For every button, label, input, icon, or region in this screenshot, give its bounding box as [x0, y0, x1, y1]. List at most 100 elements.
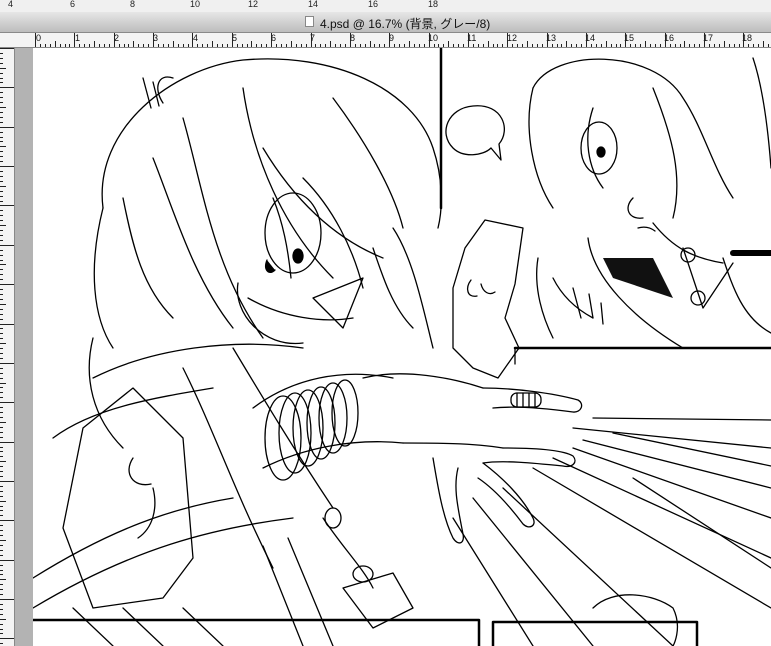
ruler-tick [0, 466, 3, 468]
ruler-tick [443, 44, 445, 47]
ruler-tick [0, 471, 3, 473]
ruler-tick [182, 44, 184, 47]
ruler-tick [0, 195, 3, 197]
ruler-tick [0, 294, 3, 295]
ruler-tick [0, 564, 3, 566]
ruler-tick [0, 303, 6, 305]
ruler-tick [74, 33, 76, 47]
ruler-tick [453, 44, 455, 47]
ruler-tick [433, 44, 435, 47]
ruler-tick [0, 52, 3, 54]
ruler-tick [221, 44, 223, 47]
ruler-tick [167, 44, 169, 47]
ruler-tick [0, 579, 6, 581]
ruler-tick [458, 44, 460, 47]
ruler-tick [487, 41, 489, 47]
ruler-tick [758, 44, 760, 47]
ruler-label: 12 [248, 0, 259, 9]
ruler-tick [394, 44, 396, 47]
ruler-tick [0, 392, 3, 394]
ruler-tick [0, 333, 3, 335]
ruler-tick [0, 200, 3, 202]
ruler-tick [359, 44, 361, 47]
ruler-tick [0, 594, 3, 596]
ruler-tick [590, 44, 592, 47]
ruler-tick [0, 544, 3, 546]
ruler-tick [0, 633, 3, 635]
ruler-tick [404, 44, 405, 47]
ruler-tick [241, 44, 243, 47]
ruler-label: 10 [190, 0, 201, 9]
ruler-tick [0, 185, 6, 187]
ruler-tick [0, 254, 3, 256]
ruler-tick [399, 44, 401, 47]
vertical-ruler[interactable] [0, 48, 15, 646]
ruler-tick [389, 33, 391, 47]
ruler-tick [0, 485, 3, 487]
ruler-tick [0, 264, 6, 266]
ruler-tick [566, 41, 568, 47]
ruler-tick [640, 44, 642, 47]
ruler-tick [0, 180, 3, 182]
ruler-tick [0, 210, 3, 212]
pasteboard [15, 48, 33, 646]
ruler-label: 8 [130, 0, 136, 9]
ruler-tick [669, 44, 671, 47]
ruler-tick [187, 44, 189, 47]
ruler-tick [0, 313, 3, 315]
ruler-tick [202, 44, 204, 47]
ruler-tick [586, 33, 588, 47]
ruler-tick [54, 41, 56, 47]
ruler-tick [0, 554, 3, 556]
ruler-tick [527, 41, 528, 47]
ruler-tick [0, 249, 3, 251]
ruler-tick [0, 476, 3, 478]
ruler-tick [162, 44, 164, 47]
ruler-tick [197, 44, 199, 47]
ruler-tick [310, 33, 312, 47]
ruler-tick [0, 308, 3, 310]
ruler-tick [571, 44, 573, 47]
horizontal-ruler[interactable]: 0 1 2 3 4 5 6 7 8 9 10 11 12 13 14 15 16… [0, 33, 771, 48]
ruler-tick [148, 44, 150, 47]
ruler-tick [207, 44, 209, 47]
ruler-tick [0, 284, 14, 286]
ruler-tick [531, 44, 533, 47]
ruler-tick [349, 33, 351, 47]
ruler-tick [689, 44, 691, 47]
ruler-tick [256, 44, 258, 47]
ruler-tick [0, 353, 3, 355]
ruler-tick [226, 44, 228, 47]
ruler-tick [0, 328, 3, 330]
ruler-tick [0, 372, 3, 374]
ruler-label: 16 [368, 0, 379, 9]
ruler-tick [743, 33, 745, 47]
document-canvas[interactable] [33, 48, 771, 646]
ruler-tick [0, 166, 14, 168]
document-title-bar[interactable]: 4.psd @ 16.7% (背景, グレー/8) [0, 12, 771, 33]
ruler-tick [0, 608, 3, 610]
ruler-tick [467, 33, 469, 47]
ruler-tick [128, 44, 130, 47]
ruler-tick [0, 407, 3, 409]
ruler-tick [0, 357, 3, 359]
ruler-tick [374, 44, 376, 47]
ruler-tick [212, 41, 214, 47]
ruler-tick [138, 44, 140, 47]
ruler-label: 14 [308, 0, 319, 9]
ruler-tick [413, 44, 415, 47]
ruler-tick [0, 72, 3, 74]
ruler-tick [0, 77, 3, 79]
ruler-tick [0, 111, 3, 113]
ruler-tick [94, 41, 96, 47]
ruler-tick [605, 41, 607, 47]
ruler-tick [0, 156, 3, 158]
ruler-tick [0, 549, 3, 551]
ruler-tick [285, 44, 287, 47]
ruler-tick [217, 44, 219, 47]
ruler-tick [0, 500, 6, 502]
ruler-tick [0, 367, 3, 369]
ruler-tick [143, 44, 145, 47]
ruler-tick [0, 535, 3, 537]
ruler-tick [463, 44, 465, 47]
